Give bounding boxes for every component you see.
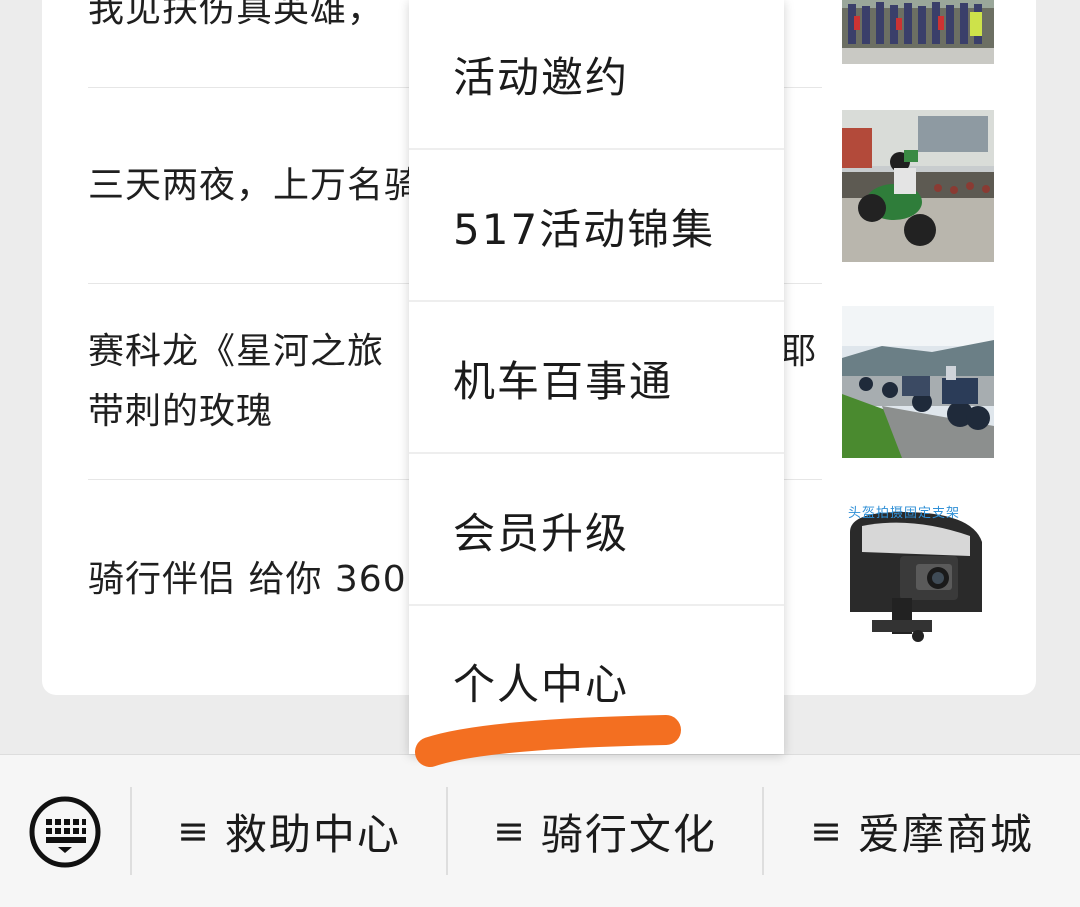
menu-item-517-highlights[interactable]: 517活动锦集 xyxy=(409,152,784,302)
article-thumbnail[interactable] xyxy=(842,306,994,458)
tab-aimo-mall[interactable]: ≡ 爱摩商城 xyxy=(764,755,1080,907)
tab-label: 爱摩商城 xyxy=(857,809,1034,859)
popup-menu: 活动邀约 517活动锦集 机车百事通 会员升级 个人中心 xyxy=(409,0,784,754)
thumbnail-caption: 头盔拍摄固定支架 xyxy=(848,506,961,521)
article-thumbnail[interactable]: 头盔拍摄固定支架 xyxy=(842,502,994,654)
menu-lines-icon: ≡ xyxy=(493,809,527,853)
tab-riding-culture[interactable]: ≡ 骑行文化 xyxy=(448,755,762,907)
tab-label: 救助中心 xyxy=(224,809,401,859)
menu-lines-icon: ≡ xyxy=(177,809,211,853)
bottom-menu-bar: ≡ 救助中心 ≡ 骑行文化 ≡ 爱摩商城 xyxy=(0,754,1080,907)
tab-label: 骑行文化 xyxy=(540,809,717,859)
article-thumbnail[interactable] xyxy=(842,0,994,64)
keyboard-icon xyxy=(29,796,101,868)
article-thumbnail[interactable] xyxy=(842,110,994,262)
menu-item-personal-center[interactable]: 个人中心 xyxy=(409,608,784,754)
tab-rescue-center[interactable]: ≡ 救助中心 xyxy=(132,755,446,907)
menu-item-member-upgrade[interactable]: 会员升级 xyxy=(409,456,784,606)
article-title-fragment: 耶 xyxy=(780,331,817,372)
menu-lines-icon: ≡ xyxy=(810,809,844,853)
menu-item-moto-faq[interactable]: 机车百事通 xyxy=(409,304,784,454)
keyboard-toggle-button[interactable] xyxy=(28,795,102,869)
menu-item-activity-invite[interactable]: 活动邀约 xyxy=(409,0,784,150)
